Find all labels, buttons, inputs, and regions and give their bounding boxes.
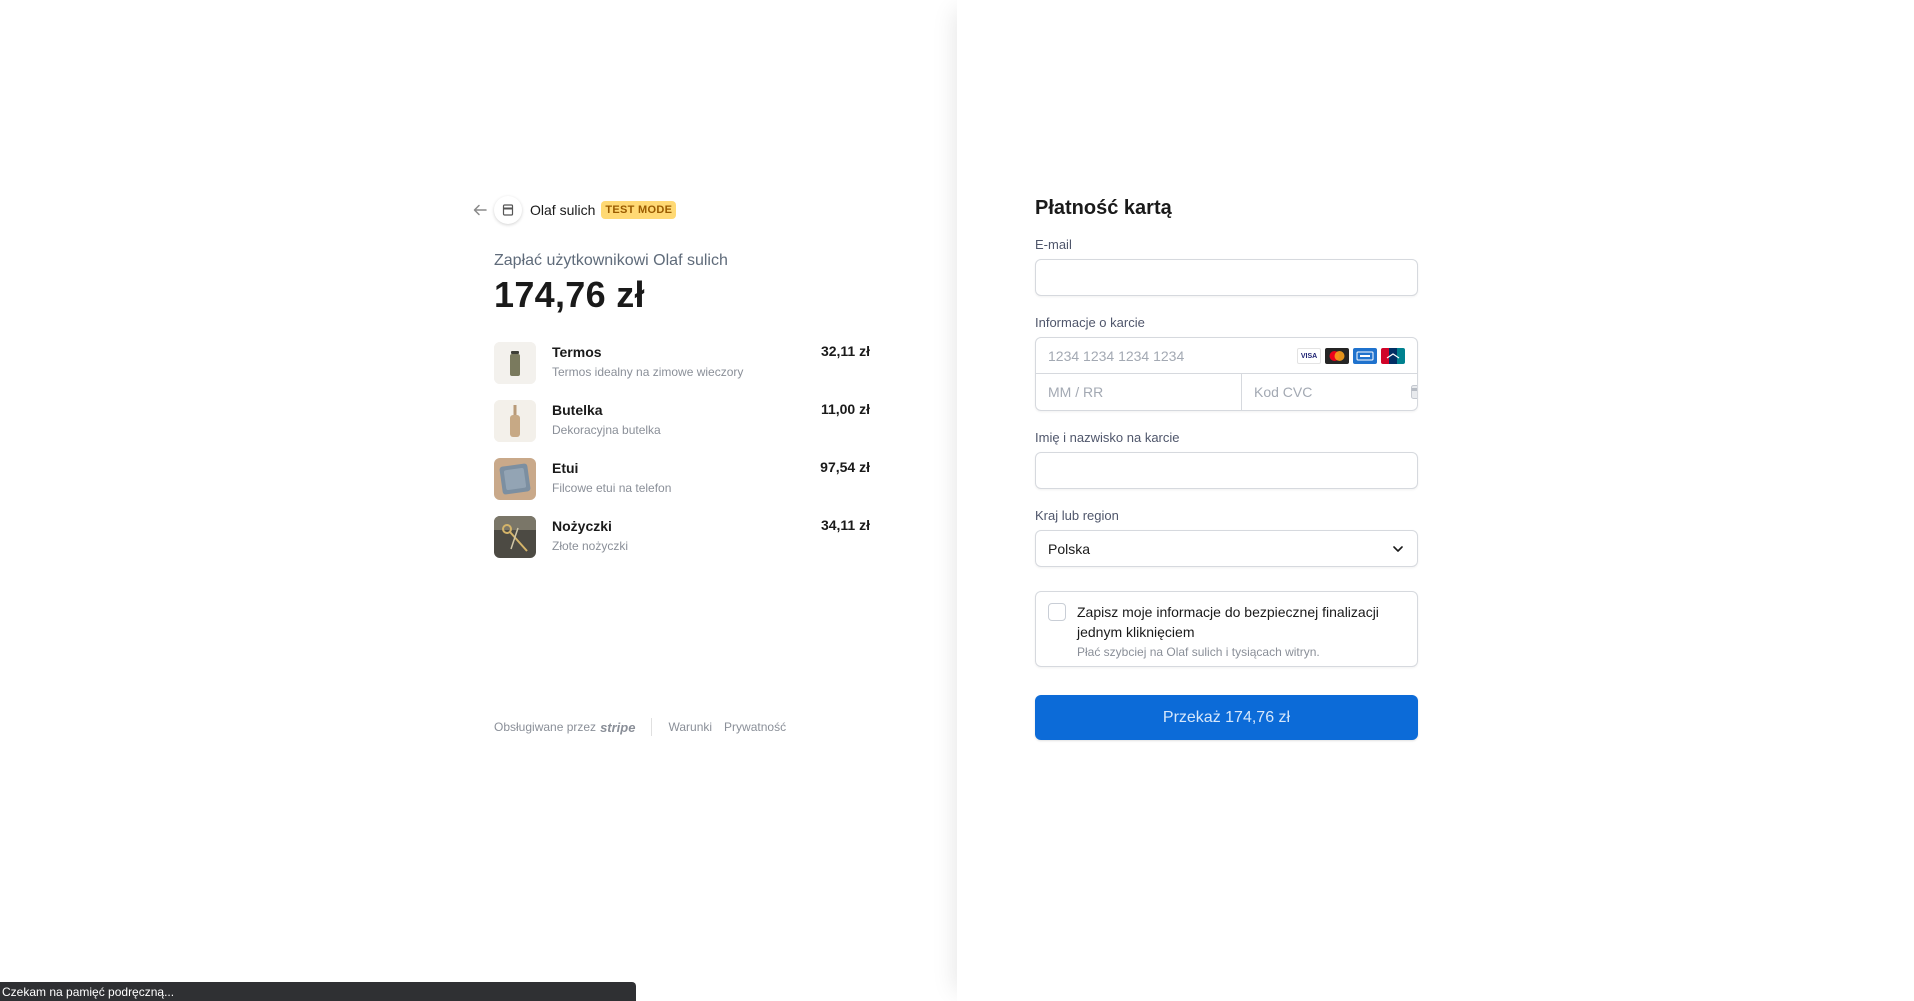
footer: Obsługiwane przez stripe Warunki Prywatn…	[494, 718, 798, 736]
item-name: Nożyczki	[552, 518, 612, 534]
line-item: Butelka Dekoracyjna butelka 11,00 zł	[494, 400, 870, 442]
product-image-scissors	[494, 516, 536, 558]
powered-by-label: Obsługiwane przez	[494, 720, 597, 734]
item-description: Termos idealny na zimowe wieczory	[552, 365, 744, 379]
save-info-title: Zapisz moje informacje do bezpiecznej fi…	[1077, 604, 1379, 640]
card-expiry-cvc-row: 123	[1036, 374, 1417, 410]
country-label: Kraj lub region	[1035, 508, 1119, 523]
mastercard-icon	[1325, 348, 1349, 364]
back-arrow-icon[interactable]	[470, 200, 490, 220]
item-description: Dekoracyjna butelka	[552, 423, 661, 437]
item-price: 97,54 zł	[820, 459, 870, 475]
save-info-box: Zapisz moje informacje do bezpiecznej fi…	[1035, 591, 1418, 667]
chevron-down-icon	[1391, 542, 1405, 556]
payment-pane: Płatność kartą E-mail Informacje o karci…	[957, 0, 1914, 1001]
save-info-subtitle: Płać szybciej na Olaf sulich i tysiącach…	[1077, 645, 1320, 659]
item-name: Termos	[552, 344, 602, 360]
order-summary-pane: Olaf sulich TEST MODE Zapłać użytkowniko…	[0, 0, 957, 1001]
visa-icon: VISA	[1297, 348, 1321, 364]
card-number-row: VISA	[1036, 338, 1417, 374]
footer-divider	[651, 718, 653, 736]
item-price: 34,11 zł	[820, 517, 870, 533]
pay-button[interactable]: Przekaż 174,76 zł	[1035, 695, 1418, 740]
item-price: 32,11 zł	[820, 343, 870, 359]
merchant-header: Olaf sulich TEST MODE	[470, 196, 875, 224]
item-description: Złote nożyczki	[552, 539, 629, 553]
order-summary: Olaf sulich TEST MODE Zapłać użytkowniko…	[470, 196, 875, 574]
item-name: Etui	[552, 460, 579, 476]
email-field[interactable]	[1035, 259, 1418, 296]
product-image-phone-case	[494, 458, 536, 500]
item-price: 11,00 zł	[820, 401, 870, 417]
country-value: Polska	[1048, 540, 1091, 557]
amex-icon	[1353, 348, 1377, 364]
item-name: Butelka	[552, 402, 603, 418]
merchant-name: Olaf sulich	[530, 202, 596, 218]
privacy-link[interactable]: Prywatność	[724, 720, 786, 734]
terms-link[interactable]: Warunki	[668, 720, 712, 734]
item-description: Filcowe etui na telefon	[552, 481, 672, 495]
checkout-page: Olaf sulich TEST MODE Zapłać użytkowniko…	[0, 0, 1914, 1001]
card-brands: VISA	[1297, 348, 1405, 364]
line-item: Etui Filcowe etui na telefon 97,54 zł	[494, 458, 870, 500]
card-info-group: VISA	[1035, 337, 1418, 411]
pay-to-label: Zapłać użytkownikowi Olaf sulich	[494, 252, 728, 269]
card-info-label: Informacje o karcie	[1035, 315, 1145, 330]
cvc-input[interactable]	[1242, 374, 1417, 410]
payment-form: Płatność kartą E-mail Informacje o karci…	[1035, 196, 1418, 740]
line-item: Nożyczki Złote nożyczki 34,11 zł	[494, 516, 870, 558]
unionpay-icon	[1381, 348, 1405, 364]
stripe-logo[interactable]: stripe	[600, 720, 635, 735]
product-image-thermos	[494, 342, 536, 384]
product-image-bottle	[494, 400, 536, 442]
cardholder-name-label: Imię i nazwisko na karcie	[1035, 430, 1180, 445]
total-amount: 174,76 zł	[494, 274, 645, 315]
expiry-input[interactable]	[1036, 374, 1241, 410]
line-items: Termos Termos idealny na zimowe wieczory…	[494, 342, 870, 558]
test-mode-badge: TEST MODE	[601, 201, 677, 219]
browser-status-bar: Czekam na pamięć podręczną...	[0, 982, 636, 1001]
country-select[interactable]: Polska	[1035, 530, 1418, 567]
cardholder-name-field[interactable]	[1035, 452, 1418, 489]
line-item: Termos Termos idealny na zimowe wieczory…	[494, 342, 870, 384]
save-info-checkbox[interactable]	[1048, 603, 1066, 621]
merchant-store-icon	[494, 196, 522, 224]
form-title: Płatność kartą	[1035, 197, 1172, 219]
cvc-card-icon: 123	[1411, 384, 1417, 405]
email-label: E-mail	[1035, 237, 1072, 252]
